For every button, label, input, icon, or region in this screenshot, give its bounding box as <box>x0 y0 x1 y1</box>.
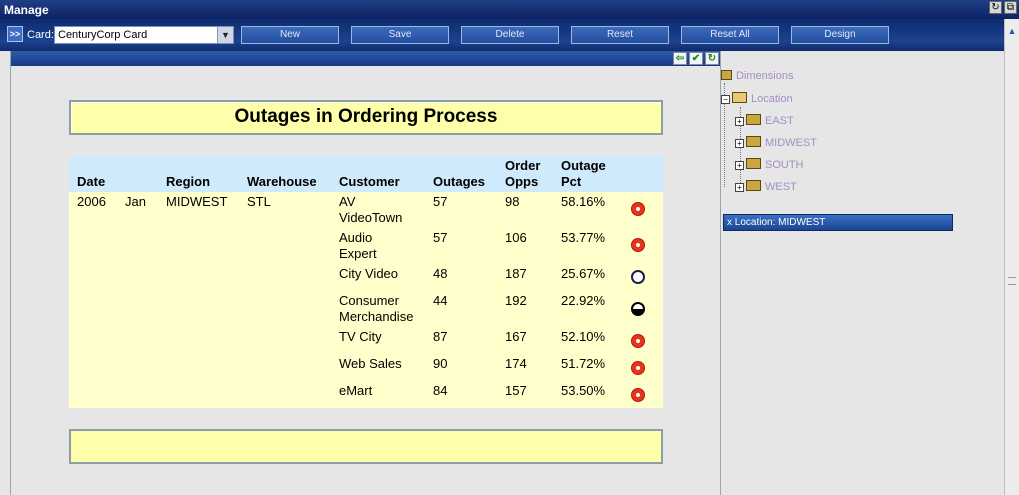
folder-icon <box>746 136 761 147</box>
save-button[interactable]: Save <box>351 26 449 44</box>
cell-warehouse: STL <box>247 194 271 209</box>
status-red-icon <box>631 334 645 348</box>
vertical-scrollbar[interactable]: ▲ <box>1004 19 1019 495</box>
cell-order-opps: 157 <box>505 383 527 398</box>
column-header-outages: Outages <box>433 174 486 189</box>
cell-region: MIDWEST <box>166 194 228 209</box>
column-header-warehouse: Warehouse <box>247 174 317 189</box>
cell-customer: TV City <box>339 329 382 344</box>
report-panel: ⇦ ✔ ↻ Outages in Ordering Process Date R… <box>10 51 721 495</box>
folder-icon <box>721 70 732 80</box>
expand-icon[interactable]: + <box>735 183 744 192</box>
cell-customer: AV VideoTown <box>339 194 403 225</box>
column-header-region: Region <box>166 174 211 189</box>
report-table: Date Region Warehouse Customer Outages O… <box>69 156 663 408</box>
expand-icon[interactable]: + <box>735 161 744 170</box>
restore-window-button[interactable]: ⧉ <box>1004 1 1017 14</box>
status-empty-icon <box>631 270 645 284</box>
card-select[interactable]: CenturyCorp Card ▼ <box>54 26 234 44</box>
window-titlebar: Manage ↻ ⧉ <box>0 0 1019 19</box>
status-red-icon <box>631 202 645 216</box>
cell-customer: Web Sales <box>339 356 402 371</box>
cell-outage-pct: 53.50% <box>561 383 606 398</box>
cell-outages: 90 <box>433 356 448 371</box>
design-button[interactable]: Design <box>791 26 889 44</box>
toolbar: >> Card: CenturyCorp Card ▼ New Save Del… <box>0 19 1004 51</box>
location-filter-chip[interactable]: x Location: MIDWEST <box>723 214 953 231</box>
cell-customer: Consumer Merchandise <box>339 293 414 324</box>
cell-outages: 44 <box>433 293 448 308</box>
cell-customer: eMart <box>339 383 373 398</box>
cell-customer: City Video <box>339 266 399 281</box>
tree-item-dimensions[interactable]: Dimensions <box>721 70 793 82</box>
status-red-icon <box>631 238 645 252</box>
expand-icon[interactable]: + <box>735 139 744 148</box>
expand-icon[interactable]: + <box>735 117 744 126</box>
status-half-icon <box>631 302 645 316</box>
refresh-icon[interactable]: ↻ <box>705 52 719 65</box>
cell-outage-pct: 53.77% <box>561 230 606 245</box>
column-header-order-opps: Order Opps <box>505 158 541 189</box>
column-header-date: Date <box>77 174 106 189</box>
column-header-customer: Customer <box>339 174 400 189</box>
cell-order-opps: 106 <box>505 230 527 245</box>
cell-outage-pct: 51.72% <box>561 356 606 371</box>
cell-outages: 57 <box>433 194 448 209</box>
column-header-outage-pct: Outage Pct <box>561 158 606 189</box>
reset-all-button[interactable]: Reset All <box>681 26 779 44</box>
collapse-icon[interactable]: − <box>721 95 730 104</box>
tree-item-east[interactable]: + EAST <box>735 114 794 127</box>
folder-icon <box>746 158 761 169</box>
cell-order-opps: 167 <box>505 329 527 344</box>
cell-order-opps: 174 <box>505 356 527 371</box>
back-arrow-icon[interactable]: ⇦ <box>673 52 687 65</box>
refresh-window-button[interactable]: ↻ <box>989 1 1002 14</box>
tree-item-south[interactable]: + SOUTH <box>735 158 804 171</box>
cell-outages: 87 <box>433 329 448 344</box>
cell-outage-pct: 22.92% <box>561 293 606 308</box>
cell-month: Jan <box>125 194 146 209</box>
table-header: Date Region Warehouse Customer Outages O… <box>69 156 663 192</box>
cell-outage-pct: 25.67% <box>561 266 606 281</box>
report-panel-header: ⇦ ✔ ↻ <box>11 51 720 66</box>
cell-outage-pct: 52.10% <box>561 329 606 344</box>
cell-order-opps: 187 <box>505 266 527 281</box>
status-red-icon <box>631 361 645 375</box>
folder-open-icon <box>732 92 747 103</box>
folder-icon <box>746 180 761 191</box>
cell-order-opps: 192 <box>505 293 527 308</box>
tree-item-west[interactable]: + WEST <box>735 180 797 193</box>
check-icon[interactable]: ✔ <box>689 52 703 65</box>
scroll-up-icon[interactable]: ▲ <box>1006 25 1018 37</box>
cell-outages: 84 <box>433 383 448 398</box>
report-title: Outages in Ordering Process <box>69 100 663 135</box>
scroll-grip-icon[interactable] <box>1008 277 1016 285</box>
chevron-down-icon[interactable]: ▼ <box>217 27 233 43</box>
cell-outage-pct: 58.16% <box>561 194 606 209</box>
folder-icon <box>746 114 761 125</box>
delete-button[interactable]: Delete <box>461 26 559 44</box>
report-footer <box>69 429 663 464</box>
tree-item-midwest[interactable]: + MIDWEST <box>735 136 817 149</box>
window-title: Manage <box>4 3 49 17</box>
cell-customer: Audio Expert <box>339 230 377 261</box>
card-label: Card: <box>27 29 54 41</box>
card-select-value: CenturyCorp Card <box>58 29 148 41</box>
cell-order-opps: 98 <box>505 194 520 209</box>
reset-button[interactable]: Reset <box>571 26 669 44</box>
cell-outages: 57 <box>433 230 448 245</box>
expand-button[interactable]: >> <box>7 26 23 42</box>
cell-outages: 48 <box>433 266 448 281</box>
new-button[interactable]: New <box>241 26 339 44</box>
status-red-icon <box>631 388 645 402</box>
tree-item-location[interactable]: − Location <box>721 92 793 105</box>
cell-year: 2006 <box>77 194 106 209</box>
dimensions-panel: Dimensions − Location + EAST + MIDWEST + SOU… <box>721 51 1004 495</box>
